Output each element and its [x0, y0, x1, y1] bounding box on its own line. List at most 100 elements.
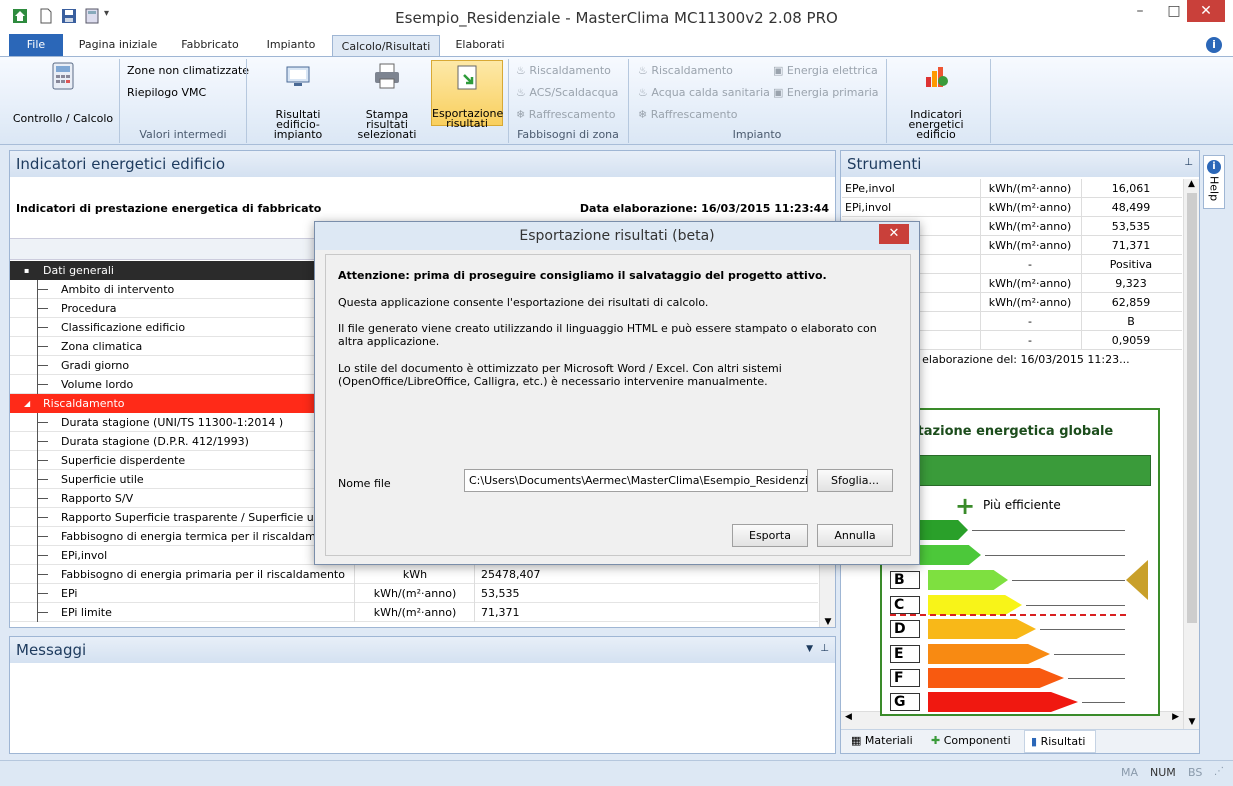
row-unit: kWh [402, 568, 428, 581]
zone-non-climatizzate-button[interactable]: Zone non climatizzate [127, 63, 249, 79]
scroll-thumb[interactable] [1187, 193, 1197, 623]
esportazione-risultati-button[interactable]: Esportazione risultati [431, 60, 503, 129]
energy-class-label: D [890, 620, 920, 638]
maximize-button[interactable]: □ [1157, 0, 1191, 22]
row-label: Durata stagione (D.P.R. 412/1993) [61, 435, 249, 448]
tree-connector [37, 413, 48, 432]
energy-class-line [1082, 702, 1125, 703]
column-divider [980, 236, 981, 255]
riepilogo-vmc-button[interactable]: Riepilogo VMC [127, 85, 206, 101]
ribbon-separator [990, 59, 991, 143]
tree-connector [37, 508, 48, 527]
energy-class-line [972, 530, 1125, 531]
annulla-button[interactable]: Annulla [817, 524, 893, 547]
column-divider [980, 179, 981, 198]
close-button[interactable]: ✕ [1187, 0, 1225, 22]
piu-efficiente-label: Più efficiente [983, 498, 1061, 512]
help-side-tab[interactable]: i Help [1203, 155, 1225, 209]
indicatori-energetici-button[interactable]: Indicatori energetici edificio [888, 61, 984, 140]
results-icon: ▮ [1031, 735, 1038, 748]
pane-menu-icon[interactable]: ▼ [806, 644, 813, 654]
scroll-up-icon[interactable]: ▲ [1184, 179, 1199, 189]
sfoglia-button[interactable]: Sfoglia... [817, 469, 893, 492]
tab-pagina-iniziale[interactable]: Pagina iniziale [72, 34, 164, 56]
tap-icon: ♨ [638, 86, 648, 99]
scroll-left-icon[interactable]: ◀ [845, 712, 852, 722]
tab-risultati[interactable]: ▮ Risultati [1024, 730, 1096, 753]
tree-connector [37, 527, 48, 546]
dialog-close-button[interactable]: ✕ [879, 224, 909, 244]
imp-riscaldamento-button[interactable]: ♨ Riscaldamento [638, 63, 733, 79]
status-bs: BS [1188, 766, 1203, 779]
column-divider [980, 217, 981, 236]
table-row[interactable]: EPi limite kWh/(m²·anno) 71,371 [10, 603, 818, 622]
messaggi-title: Messaggi [10, 637, 835, 663]
strumenti-scrollbar[interactable]: ▲ ▼ [1183, 179, 1199, 729]
table-row[interactable]: EPi kWh/(m²·anno) 53,535 [10, 584, 818, 603]
imp-raffrescamento-button[interactable]: ❄ Raffrescamento [638, 107, 738, 123]
printer-icon [375, 63, 399, 89]
column-divider [980, 293, 981, 312]
tab-elaborati[interactable]: Elaborati [446, 34, 514, 56]
energy-chart-icon [926, 67, 948, 87]
pin-icon[interactable]: ⊥ [1184, 157, 1193, 168]
column-divider [980, 255, 981, 274]
energy-class-bar [928, 570, 1008, 590]
row-value: B [1127, 315, 1135, 328]
resize-grip-icon[interactable]: ⋰ [1214, 766, 1224, 777]
tab-risultati-label: Risultati [1040, 735, 1086, 748]
tab-componenti[interactable]: ✚ Componenti [931, 734, 1011, 747]
snowflake-icon: ❄ [638, 108, 648, 121]
scroll-down-icon[interactable]: ▼ [820, 617, 836, 627]
table-row[interactable]: Fabbisogno di energia primaria per il ri… [10, 565, 818, 584]
table-row[interactable]: EPe,invol kWh/(m²·anno) 16,061 [842, 179, 1182, 198]
tab-componenti-label: Componenti [943, 734, 1011, 747]
tab-fabbricato[interactable]: Fabbricato [172, 34, 248, 56]
export-icon [457, 65, 477, 90]
expand-icon[interactable]: ▪ [24, 261, 29, 280]
row-label: EPi [61, 587, 78, 600]
imp-acs-button[interactable]: ♨ Acqua calda sanitaria [638, 85, 770, 101]
report-heading: Indicatori di prestazione energetica di … [16, 202, 322, 215]
scroll-right-icon[interactable]: ▶ [1172, 712, 1179, 722]
row-label: EPi,invol [61, 549, 108, 562]
strumenti-title: Strumenti [841, 151, 1199, 177]
tab-materiali[interactable]: ▦ Materiali [851, 734, 913, 747]
stampa-risultati-button[interactable]: Stampa risultati selezionati [344, 61, 430, 140]
tab-impianto[interactable]: Impianto [256, 34, 326, 56]
row-value: 53,535 [481, 587, 520, 600]
energia-primaria-button[interactable]: ▣ Energia primaria [773, 85, 879, 101]
energia-elettrica-label: Energia elettrica [786, 64, 878, 77]
row-unit: kWh/(m²·anno) [988, 239, 1072, 252]
energia-elettrica-button[interactable]: ▣ Energia elettrica [773, 63, 878, 79]
energy-class-label: E [890, 645, 920, 663]
fz-acs-button[interactable]: ♨ ACS/Scaldacqua [516, 85, 618, 101]
row-value: 9,323 [1115, 277, 1147, 290]
minimize-button[interactable]: – [1123, 0, 1157, 22]
info-icon[interactable]: i [1206, 37, 1222, 53]
row-value: 48,499 [1111, 201, 1151, 214]
tree-connector [37, 603, 48, 622]
expand-icon[interactable]: ◢ [24, 394, 30, 413]
pin-icon[interactable]: ⊥ [820, 643, 829, 654]
risultati-edificio-impianto-button[interactable]: Risultati edificio-impianto [252, 61, 344, 140]
controllo-calcolo-button[interactable]: Controllo / Calcolo [6, 61, 120, 124]
column-divider [1081, 255, 1082, 274]
help-info-icon: i [1207, 160, 1221, 174]
table-row[interactable]: EPi,invol kWh/(m²·anno) 48,499 [842, 198, 1182, 217]
messaggi-pane: Messaggi ▼ ⊥ [9, 636, 836, 754]
dialog-body: Attenzione: prima di proseguire consigli… [325, 254, 911, 556]
tab-calcolo-risultati[interactable]: Calcolo/Risultati [332, 35, 440, 57]
fz-raffrescamento-button[interactable]: ❄ Raffrescamento [516, 107, 616, 123]
tree-connector [37, 337, 48, 356]
indicatori-label-2: energetici edificio [908, 118, 964, 141]
esporta-button[interactable]: Esporta [732, 524, 808, 547]
row-label: Superficie disperdente [61, 454, 186, 467]
fz-riscaldamento-button[interactable]: ♨ Riscaldamento [516, 63, 611, 79]
data-elaborazione: Data elaborazione: 16/03/2015 11:23:44 [579, 202, 829, 215]
energy-label-bar [888, 455, 1151, 486]
row-unit: kWh/(m²·anno) [988, 296, 1072, 309]
tab-file[interactable]: File [9, 34, 63, 56]
scroll-down-icon[interactable]: ▼ [1184, 717, 1200, 727]
nome-file-input[interactable]: C:\Users\Documents\Aermec\MasterClima\Es… [464, 469, 808, 492]
